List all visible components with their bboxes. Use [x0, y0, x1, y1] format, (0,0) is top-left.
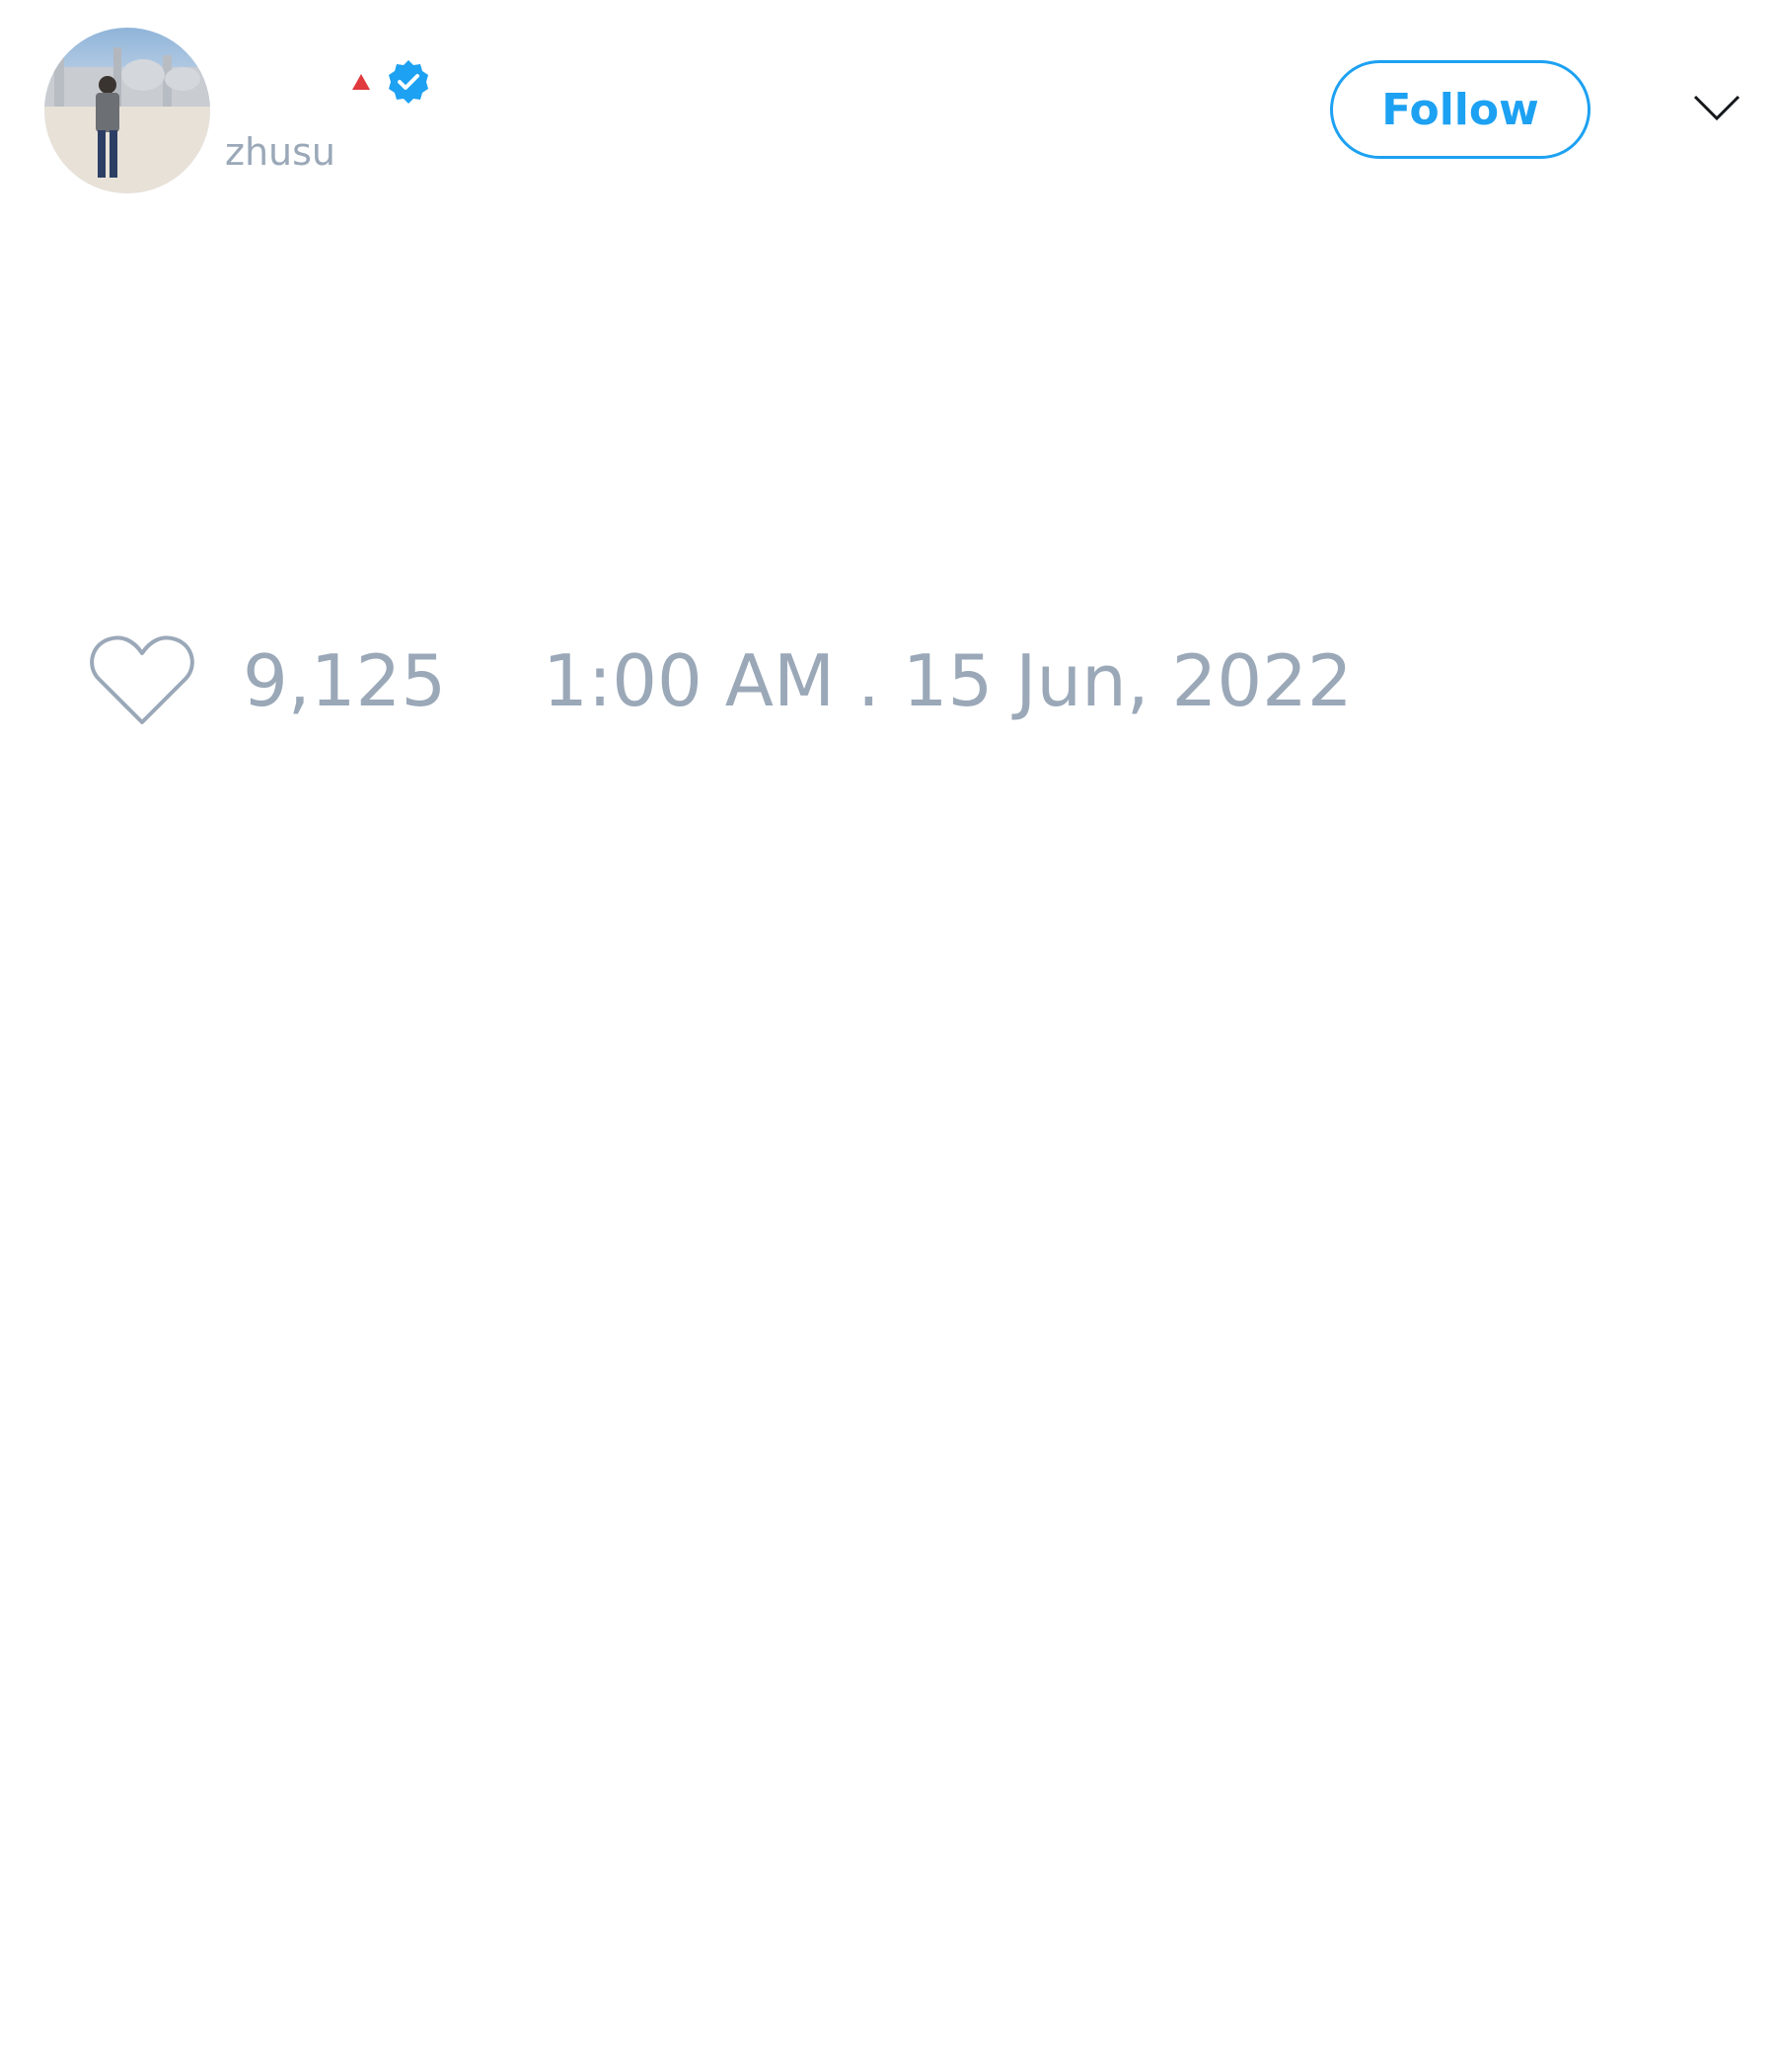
verified-badge-icon: [385, 58, 432, 106]
follow-button[interactable]: Follow: [1330, 60, 1591, 159]
chevron-down-icon[interactable]: [1693, 93, 1740, 122]
like-count: 9,125: [243, 639, 447, 722]
profile-photo: [44, 28, 210, 193]
author-handle[interactable]: zhusu: [225, 126, 335, 178]
tweet-timestamp[interactable]: 1:00 AM . 15 Jun, 2022: [543, 639, 1353, 722]
tweet-card: zhusu Follow 9,125 1:00 AM . 15 Jun, 202…: [0, 0, 1776, 2072]
heart-icon[interactable]: [89, 633, 195, 728]
avatar[interactable]: [44, 28, 210, 193]
tweet-meta-row: 9,125 1:00 AM . 15 Jun, 2022: [89, 631, 1353, 730]
author-name-row: [227, 57, 432, 107]
red-triangle-icon: [351, 72, 371, 92]
